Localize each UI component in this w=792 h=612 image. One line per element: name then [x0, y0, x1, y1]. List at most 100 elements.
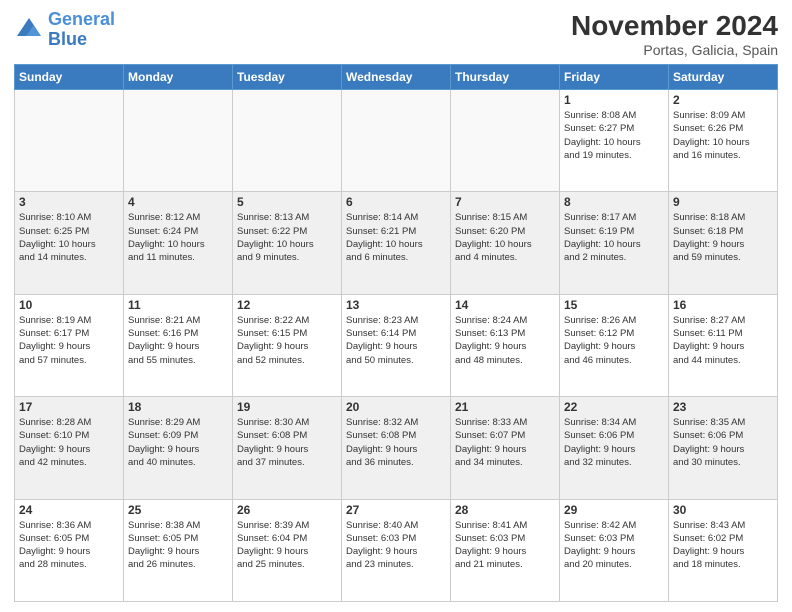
table-row: 8 Sunrise: 8:17 AM Sunset: 6:19 PM Daylig… — [560, 192, 669, 294]
day-info: Sunrise: 8:39 AM Sunset: 6:04 PM Dayligh… — [237, 519, 337, 572]
day-number: 8 — [564, 195, 664, 209]
calendar-week-row: 10 Sunrise: 8:19 AM Sunset: 6:17 PM Dayli… — [15, 294, 778, 396]
table-row: 23 Sunrise: 8:35 AM Sunset: 6:06 PM Dayli… — [669, 397, 778, 499]
day-number: 10 — [19, 298, 119, 312]
calendar-week-row: 17 Sunrise: 8:28 AM Sunset: 6:10 PM Dayli… — [15, 397, 778, 499]
table-row: 29Sunrise: 8:42 AM Sunset: 6:03 PM Dayli… — [560, 499, 669, 601]
logo-icon — [14, 15, 44, 45]
day-info: Sunrise: 8:19 AM Sunset: 6:17 PM Dayligh… — [19, 314, 119, 367]
day-info: Sunrise: 8:34 AM Sunset: 6:06 PM Dayligh… — [564, 416, 664, 469]
day-info: Sunrise: 8:09 AM Sunset: 6:26 PM Dayligh… — [673, 109, 773, 162]
title-area: November 2024 Portas, Galicia, Spain — [571, 10, 778, 58]
day-number: 22 — [564, 400, 664, 414]
col-thursday: Thursday — [451, 65, 560, 90]
day-info: Sunrise: 8:28 AM Sunset: 6:10 PM Dayligh… — [19, 416, 119, 469]
day-number: 20 — [346, 400, 446, 414]
day-number: 18 — [128, 400, 228, 414]
day-number: 24 — [19, 503, 119, 517]
table-row: 12 Sunrise: 8:22 AM Sunset: 6:15 PM Dayli… — [233, 294, 342, 396]
table-row: 19Sunrise: 8:30 AM Sunset: 6:08 PM Dayli… — [233, 397, 342, 499]
day-info: Sunrise: 8:36 AM Sunset: 6:05 PM Dayligh… — [19, 519, 119, 572]
day-info: Sunrise: 8:13 AM Sunset: 6:22 PM Dayligh… — [237, 211, 337, 264]
calendar-week-row: 24 Sunrise: 8:36 AM Sunset: 6:05 PM Dayli… — [15, 499, 778, 601]
day-info: Sunrise: 8:23 AM Sunset: 6:14 PM Dayligh… — [346, 314, 446, 367]
logo-blue: Blue — [48, 29, 87, 49]
table-row: 7 Sunrise: 8:15 AM Sunset: 6:20 PM Daylig… — [451, 192, 560, 294]
col-monday: Monday — [124, 65, 233, 90]
table-row — [15, 90, 124, 192]
table-row: 5Sunrise: 8:13 AM Sunset: 6:22 PM Daylig… — [233, 192, 342, 294]
table-row: 16 Sunrise: 8:27 AM Sunset: 6:11 PM Dayli… — [669, 294, 778, 396]
day-number: 1 — [564, 93, 664, 107]
day-number: 16 — [673, 298, 773, 312]
day-number: 30 — [673, 503, 773, 517]
day-number: 7 — [455, 195, 555, 209]
day-number: 28 — [455, 503, 555, 517]
day-info: Sunrise: 8:40 AM Sunset: 6:03 PM Dayligh… — [346, 519, 446, 572]
day-info: Sunrise: 8:26 AM Sunset: 6:12 PM Dayligh… — [564, 314, 664, 367]
calendar-week-row: 3 Sunrise: 8:10 AM Sunset: 6:25 PM Daylig… — [15, 192, 778, 294]
day-number: 6 — [346, 195, 446, 209]
table-row: 27 Sunrise: 8:40 AM Sunset: 6:03 PM Dayli… — [342, 499, 451, 601]
col-wednesday: Wednesday — [342, 65, 451, 90]
day-info: Sunrise: 8:22 AM Sunset: 6:15 PM Dayligh… — [237, 314, 337, 367]
location: Portas, Galicia, Spain — [571, 42, 778, 58]
table-row: 30 Sunrise: 8:43 AM Sunset: 6:02 PM Dayli… — [669, 499, 778, 601]
day-info: Sunrise: 8:29 AM Sunset: 6:09 PM Dayligh… — [128, 416, 228, 469]
table-row: 20 Sunrise: 8:32 AM Sunset: 6:08 PM Dayli… — [342, 397, 451, 499]
day-number: 15 — [564, 298, 664, 312]
table-row: 3 Sunrise: 8:10 AM Sunset: 6:25 PM Daylig… — [15, 192, 124, 294]
day-number: 9 — [673, 195, 773, 209]
col-tuesday: Tuesday — [233, 65, 342, 90]
day-number: 12 — [237, 298, 337, 312]
col-saturday: Saturday — [669, 65, 778, 90]
day-info: Sunrise: 8:14 AM Sunset: 6:21 PM Dayligh… — [346, 211, 446, 264]
day-info: Sunrise: 8:42 AM Sunset: 6:03 PM Dayligh… — [564, 519, 664, 572]
table-row — [342, 90, 451, 192]
day-info: Sunrise: 8:43 AM Sunset: 6:02 PM Dayligh… — [673, 519, 773, 572]
day-info: Sunrise: 8:30 AM Sunset: 6:08 PM Dayligh… — [237, 416, 337, 469]
day-info: Sunrise: 8:32 AM Sunset: 6:08 PM Dayligh… — [346, 416, 446, 469]
month-title: November 2024 — [571, 10, 778, 42]
day-number: 14 — [455, 298, 555, 312]
col-sunday: Sunday — [15, 65, 124, 90]
header: General Blue November 2024 Portas, Galic… — [14, 10, 778, 58]
day-number: 21 — [455, 400, 555, 414]
day-info: Sunrise: 8:27 AM Sunset: 6:11 PM Dayligh… — [673, 314, 773, 367]
day-number: 25 — [128, 503, 228, 517]
day-number: 2 — [673, 93, 773, 107]
day-info: Sunrise: 8:12 AM Sunset: 6:24 PM Dayligh… — [128, 211, 228, 264]
day-number: 4 — [128, 195, 228, 209]
table-row: 17 Sunrise: 8:28 AM Sunset: 6:10 PM Dayli… — [15, 397, 124, 499]
calendar-header-row: Sunday Monday Tuesday Wednesday Thursday… — [15, 65, 778, 90]
day-info: Sunrise: 8:18 AM Sunset: 6:18 PM Dayligh… — [673, 211, 773, 264]
table-row: 15 Sunrise: 8:26 AM Sunset: 6:12 PM Dayli… — [560, 294, 669, 396]
day-number: 26 — [237, 503, 337, 517]
table-row: 11Sunrise: 8:21 AM Sunset: 6:16 PM Dayli… — [124, 294, 233, 396]
day-number: 17 — [19, 400, 119, 414]
table-row: 14 Sunrise: 8:24 AM Sunset: 6:13 PM Dayli… — [451, 294, 560, 396]
table-row: 22 Sunrise: 8:34 AM Sunset: 6:06 PM Dayli… — [560, 397, 669, 499]
table-row: 2 Sunrise: 8:09 AM Sunset: 6:26 PM Daylig… — [669, 90, 778, 192]
day-info: Sunrise: 8:08 AM Sunset: 6:27 PM Dayligh… — [564, 109, 664, 162]
table-row: 28Sunrise: 8:41 AM Sunset: 6:03 PM Dayli… — [451, 499, 560, 601]
table-row: 6 Sunrise: 8:14 AM Sunset: 6:21 PM Daylig… — [342, 192, 451, 294]
day-number: 3 — [19, 195, 119, 209]
day-number: 23 — [673, 400, 773, 414]
calendar-week-row: 1 Sunrise: 8:08 AM Sunset: 6:27 PM Daylig… — [15, 90, 778, 192]
table-row: 10 Sunrise: 8:19 AM Sunset: 6:17 PM Dayli… — [15, 294, 124, 396]
day-number: 13 — [346, 298, 446, 312]
calendar-table: Sunday Monday Tuesday Wednesday Thursday… — [14, 64, 778, 602]
day-info: Sunrise: 8:24 AM Sunset: 6:13 PM Dayligh… — [455, 314, 555, 367]
logo-general: General — [48, 9, 115, 29]
table-row: 24 Sunrise: 8:36 AM Sunset: 6:05 PM Dayli… — [15, 499, 124, 601]
day-number: 27 — [346, 503, 446, 517]
day-number: 11 — [128, 298, 228, 312]
day-info: Sunrise: 8:17 AM Sunset: 6:19 PM Dayligh… — [564, 211, 664, 264]
day-info: Sunrise: 8:35 AM Sunset: 6:06 PM Dayligh… — [673, 416, 773, 469]
table-row — [451, 90, 560, 192]
day-info: Sunrise: 8:15 AM Sunset: 6:20 PM Dayligh… — [455, 211, 555, 264]
day-info: Sunrise: 8:10 AM Sunset: 6:25 PM Dayligh… — [19, 211, 119, 264]
logo: General Blue — [14, 10, 115, 50]
page: General Blue November 2024 Portas, Galic… — [0, 0, 792, 612]
